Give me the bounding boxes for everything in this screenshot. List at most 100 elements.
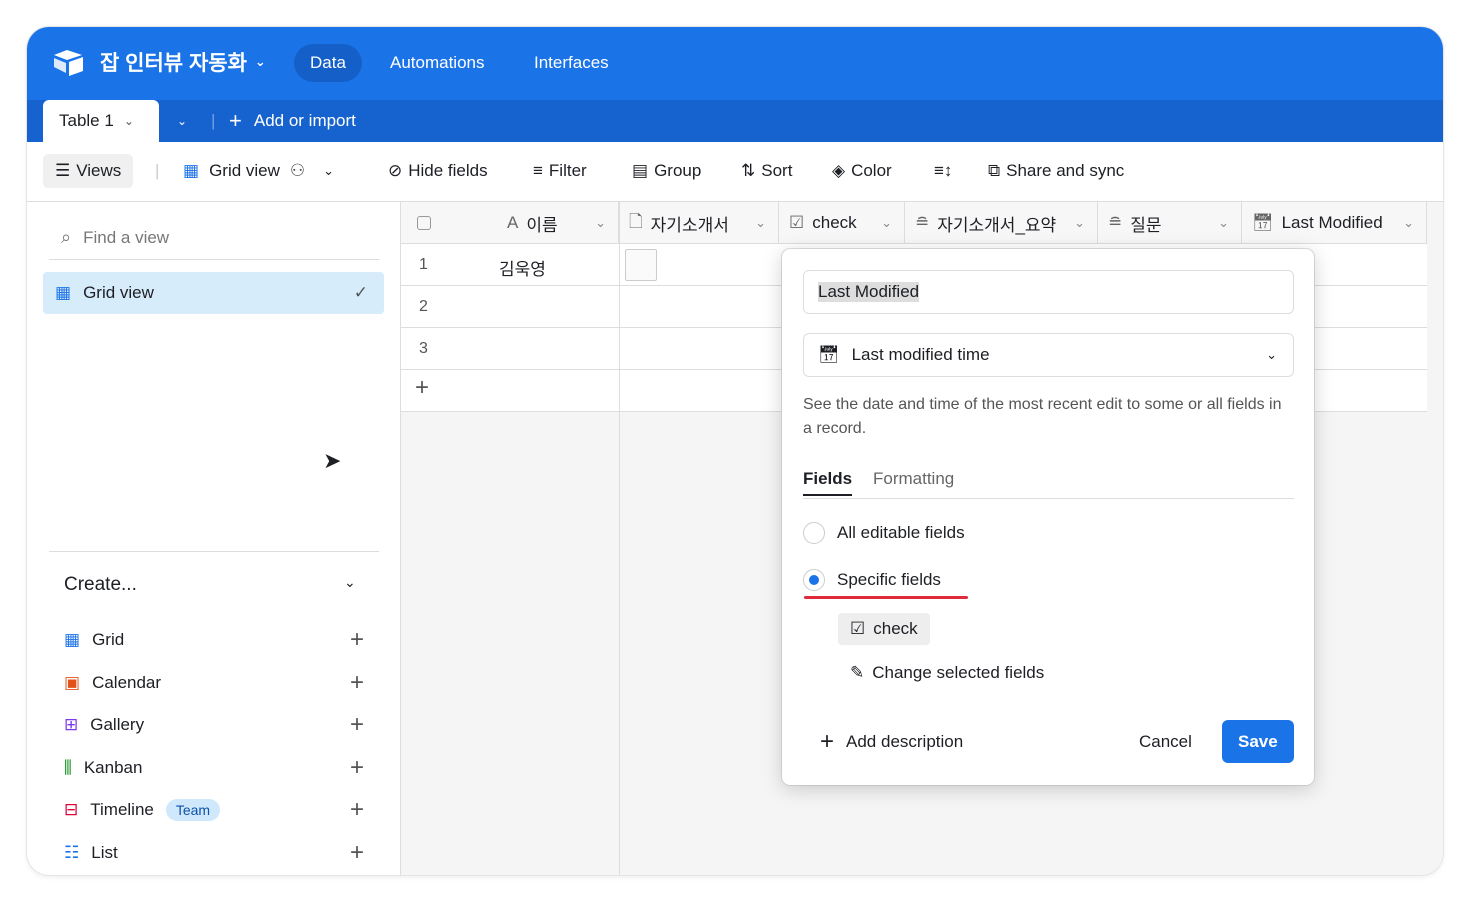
field-type-select[interactable]: 📅︎ Last modified time ⌄: [803, 333, 1294, 377]
radio-all-editable[interactable]: All editable fields: [803, 522, 965, 544]
checkbox-icon: ☑: [850, 619, 866, 638]
divider: [49, 551, 379, 552]
item-label: Kanban: [83, 758, 143, 777]
column-header-last-modified[interactable]: 📅︎ Last Modified ⌄: [1242, 202, 1427, 244]
plus-icon: +: [349, 669, 364, 696]
view-label: Grid view: [83, 283, 154, 302]
column-header-question[interactable]: ≘ 질문 ⌄: [1098, 202, 1242, 244]
chevron-down-icon: ⌄: [1218, 215, 1229, 230]
plus-icon: +: [349, 839, 364, 866]
plus-icon: +: [349, 711, 364, 738]
create-gallery[interactable]: ⊞ Gallery +: [64, 710, 364, 740]
column-header-name[interactable]: A 이름 ⌄: [401, 202, 619, 244]
sort-label: Sort: [761, 161, 793, 180]
grid-header: A 이름 ⌄ 🗋 자기소개서 ⌄ ☑ check ⌄ ≘ 자기소개서_요약 ⌄ ≘ 질문 ⌄ 📅︎ L…: [401, 202, 1427, 244]
long-text-icon: ≘: [1108, 213, 1123, 232]
plus-icon: +: [229, 108, 242, 133]
column-label: 자기소개서_요약: [937, 215, 1057, 235]
search-icon: ⌕: [61, 227, 72, 247]
tab-fields[interactable]: Fields: [803, 469, 853, 496]
create-kanban[interactable]: ⫼ Kanban +: [64, 753, 364, 783]
add-description-button[interactable]: + Add description: [820, 720, 963, 763]
row-number: 3: [419, 340, 428, 357]
create-calendar[interactable]: ▣ Calendar +: [64, 668, 364, 698]
hide-fields-button[interactable]: ⊘ Hide fields: [388, 154, 488, 188]
plus-icon: +: [820, 727, 835, 755]
row-height-icon: ≡↕: [934, 161, 953, 180]
create-grid[interactable]: ▦ Grid +: [64, 625, 364, 655]
create-timeline[interactable]: ⊟ Timeline Team +: [64, 795, 364, 825]
create-label: Create...: [64, 574, 137, 595]
save-button[interactable]: Save: [1222, 720, 1294, 763]
paint-bucket-icon: ◈: [832, 161, 846, 180]
document-thumbnail-icon[interactable]: [625, 249, 657, 281]
selected-field-chip[interactable]: ☑ check: [838, 613, 930, 645]
select-all-checkbox[interactable]: [417, 216, 431, 230]
calendar-icon: ▣: [64, 673, 81, 692]
calendar-edit-icon: 📅︎: [818, 345, 840, 364]
nav-data[interactable]: Data: [294, 44, 362, 82]
base-name-button[interactable]: 잡 인터뷰 자동화 ⌄: [100, 47, 266, 77]
sort-button[interactable]: ⇅ Sort: [741, 154, 792, 188]
text-field-icon: A: [507, 213, 519, 232]
nav-automations[interactable]: Automations: [374, 44, 501, 82]
base-name: 잡 인터뷰 자동화: [100, 52, 247, 75]
filter-button[interactable]: ≡ Filter: [533, 154, 587, 188]
column-header-intro[interactable]: 🗋 자기소개서 ⌄: [619, 202, 779, 244]
change-selected-fields-button[interactable]: ✎ Change selected fields: [850, 663, 1044, 683]
item-label: Calendar: [92, 673, 162, 692]
chevron-down-icon: ⌄: [595, 215, 606, 230]
group-button[interactable]: ▤ Group: [632, 154, 701, 188]
filter-label: Filter: [548, 161, 587, 180]
field-name-input[interactable]: Last Modified: [803, 270, 1294, 314]
cancel-button[interactable]: Cancel: [1139, 720, 1192, 763]
create-section-toggle[interactable]: Create... ⌄: [64, 574, 356, 596]
chevron-down-icon: ⌄: [1266, 347, 1277, 362]
add-or-import-button[interactable]: + Add or import: [229, 100, 356, 142]
field-config-popup: Last Modified 📅︎ Last modified time ⌄ See …: [782, 249, 1314, 785]
eye-slash-icon: ⊘: [388, 161, 403, 180]
tab-formatting[interactable]: Formatting: [873, 469, 954, 489]
filter-icon: ≡: [533, 161, 543, 180]
chip-label: check: [873, 619, 918, 638]
add-label: Add or import: [253, 111, 356, 130]
column-label: 질문: [1130, 215, 1162, 235]
chevron-down-icon: ⌄: [323, 163, 335, 178]
hide-label: Hide fields: [408, 161, 488, 180]
column-header-summary[interactable]: ≘ 자기소개서_요약 ⌄: [905, 202, 1098, 244]
color-button[interactable]: ◈ Color: [832, 154, 892, 188]
plus-icon: +: [349, 796, 364, 823]
column-header-check[interactable]: ☑ check ⌄: [779, 202, 905, 244]
team-badge: Team: [165, 799, 221, 821]
airtable-logo-icon: [54, 50, 83, 76]
views-button[interactable]: ☰ Views: [43, 154, 134, 188]
radio-specific-fields[interactable]: Specific fields: [803, 569, 941, 591]
nav-interfaces[interactable]: Interfaces: [518, 44, 625, 82]
row-height-button[interactable]: ≡↕: [934, 154, 952, 188]
tables-dropdown-icon[interactable]: ⌄: [177, 100, 187, 142]
find-view-input[interactable]: ⌕ Find a view: [49, 216, 379, 260]
create-list[interactable]: ☷ List +: [64, 838, 364, 868]
share-sync-button[interactable]: ⧉ Share and sync: [988, 154, 1124, 188]
radio-button-selected[interactable]: [803, 569, 825, 591]
view-switcher[interactable]: ▦ Grid view ⚇ ⌄: [183, 154, 334, 188]
share-label: Share and sync: [1006, 161, 1125, 180]
tab-table-1[interactable]: Table 1 ⌄: [43, 100, 159, 142]
popup-tabs: Fields Formatting: [803, 467, 1294, 499]
item-label: Gallery: [90, 715, 145, 734]
row-number: 1: [419, 256, 428, 273]
checkbox-icon: ☑: [789, 213, 805, 232]
radio-button[interactable]: [803, 522, 825, 544]
grid-icon: ▦: [183, 161, 200, 180]
cell-name[interactable]: 김욱영: [499, 255, 546, 280]
timeline-icon: ⊟: [64, 800, 79, 819]
divider: |: [155, 161, 160, 180]
field-name-value: Last Modified: [818, 282, 920, 302]
kanban-icon: ⫼: [64, 758, 72, 777]
frozen-divider: [619, 202, 620, 875]
chevron-down-icon: ⌄: [755, 215, 766, 230]
sort-icon: ⇅: [741, 161, 756, 180]
item-label: Timeline: [90, 800, 154, 819]
table-tabs: Table 1 ⌄ ⌄ | + Add or import: [27, 100, 1443, 142]
sidebar-item-grid-view[interactable]: ▦ Grid view ✓: [43, 272, 384, 314]
